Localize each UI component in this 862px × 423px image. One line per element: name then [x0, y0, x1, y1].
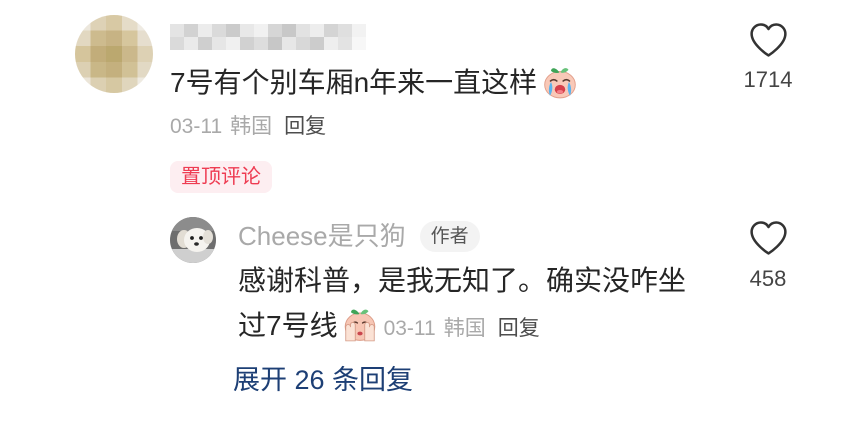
comment-text: 7号有个别车厢n年来一直这样	[170, 67, 538, 98]
comment-location: 韩国	[230, 115, 273, 138]
reply-location: 韩国	[443, 317, 486, 340]
author-badge: 作者	[419, 220, 480, 252]
crying-face-emoji	[544, 68, 576, 99]
reply-body: 感谢科普，是我无知了。确实没咋坐过7号线 03-11 韩国 回复	[238, 258, 698, 351]
comment-meta: 03-11 韩国 回复	[170, 113, 326, 141]
reply-username[interactable]: Cheese是只狗	[238, 220, 406, 252]
comment-body: 7号有个别车厢n年来一直这样	[170, 62, 579, 101]
reply-like-count: 458	[749, 266, 787, 291]
comment-date: 03-11	[170, 115, 223, 138]
expand-replies-button[interactable]: 展开 26 条回复	[233, 363, 413, 397]
reply-reply-button[interactable]: 回复	[498, 317, 540, 340]
face-palm-emoji	[344, 309, 375, 342]
comment-like-heart-icon[interactable]	[746, 17, 791, 62]
reply-like-heart-icon[interactable]	[746, 215, 791, 260]
comment-reply-button[interactable]: 回复	[284, 115, 326, 138]
redacted-username[interactable]	[170, 24, 366, 50]
reply-meta: 03-11 韩国 回复	[384, 317, 540, 340]
reply-author-avatar[interactable]	[170, 217, 216, 263]
comment-like-count: 1714	[743, 67, 793, 92]
reply-date: 03-11	[383, 317, 436, 340]
dog-avatar-icon	[170, 217, 216, 263]
commenter-avatar[interactable]	[75, 15, 153, 93]
reply-header: Cheese是只狗 作者	[238, 219, 480, 253]
pinned-comment-badge: 置顶评论	[170, 161, 272, 193]
blurred-avatar-icon	[75, 15, 153, 93]
